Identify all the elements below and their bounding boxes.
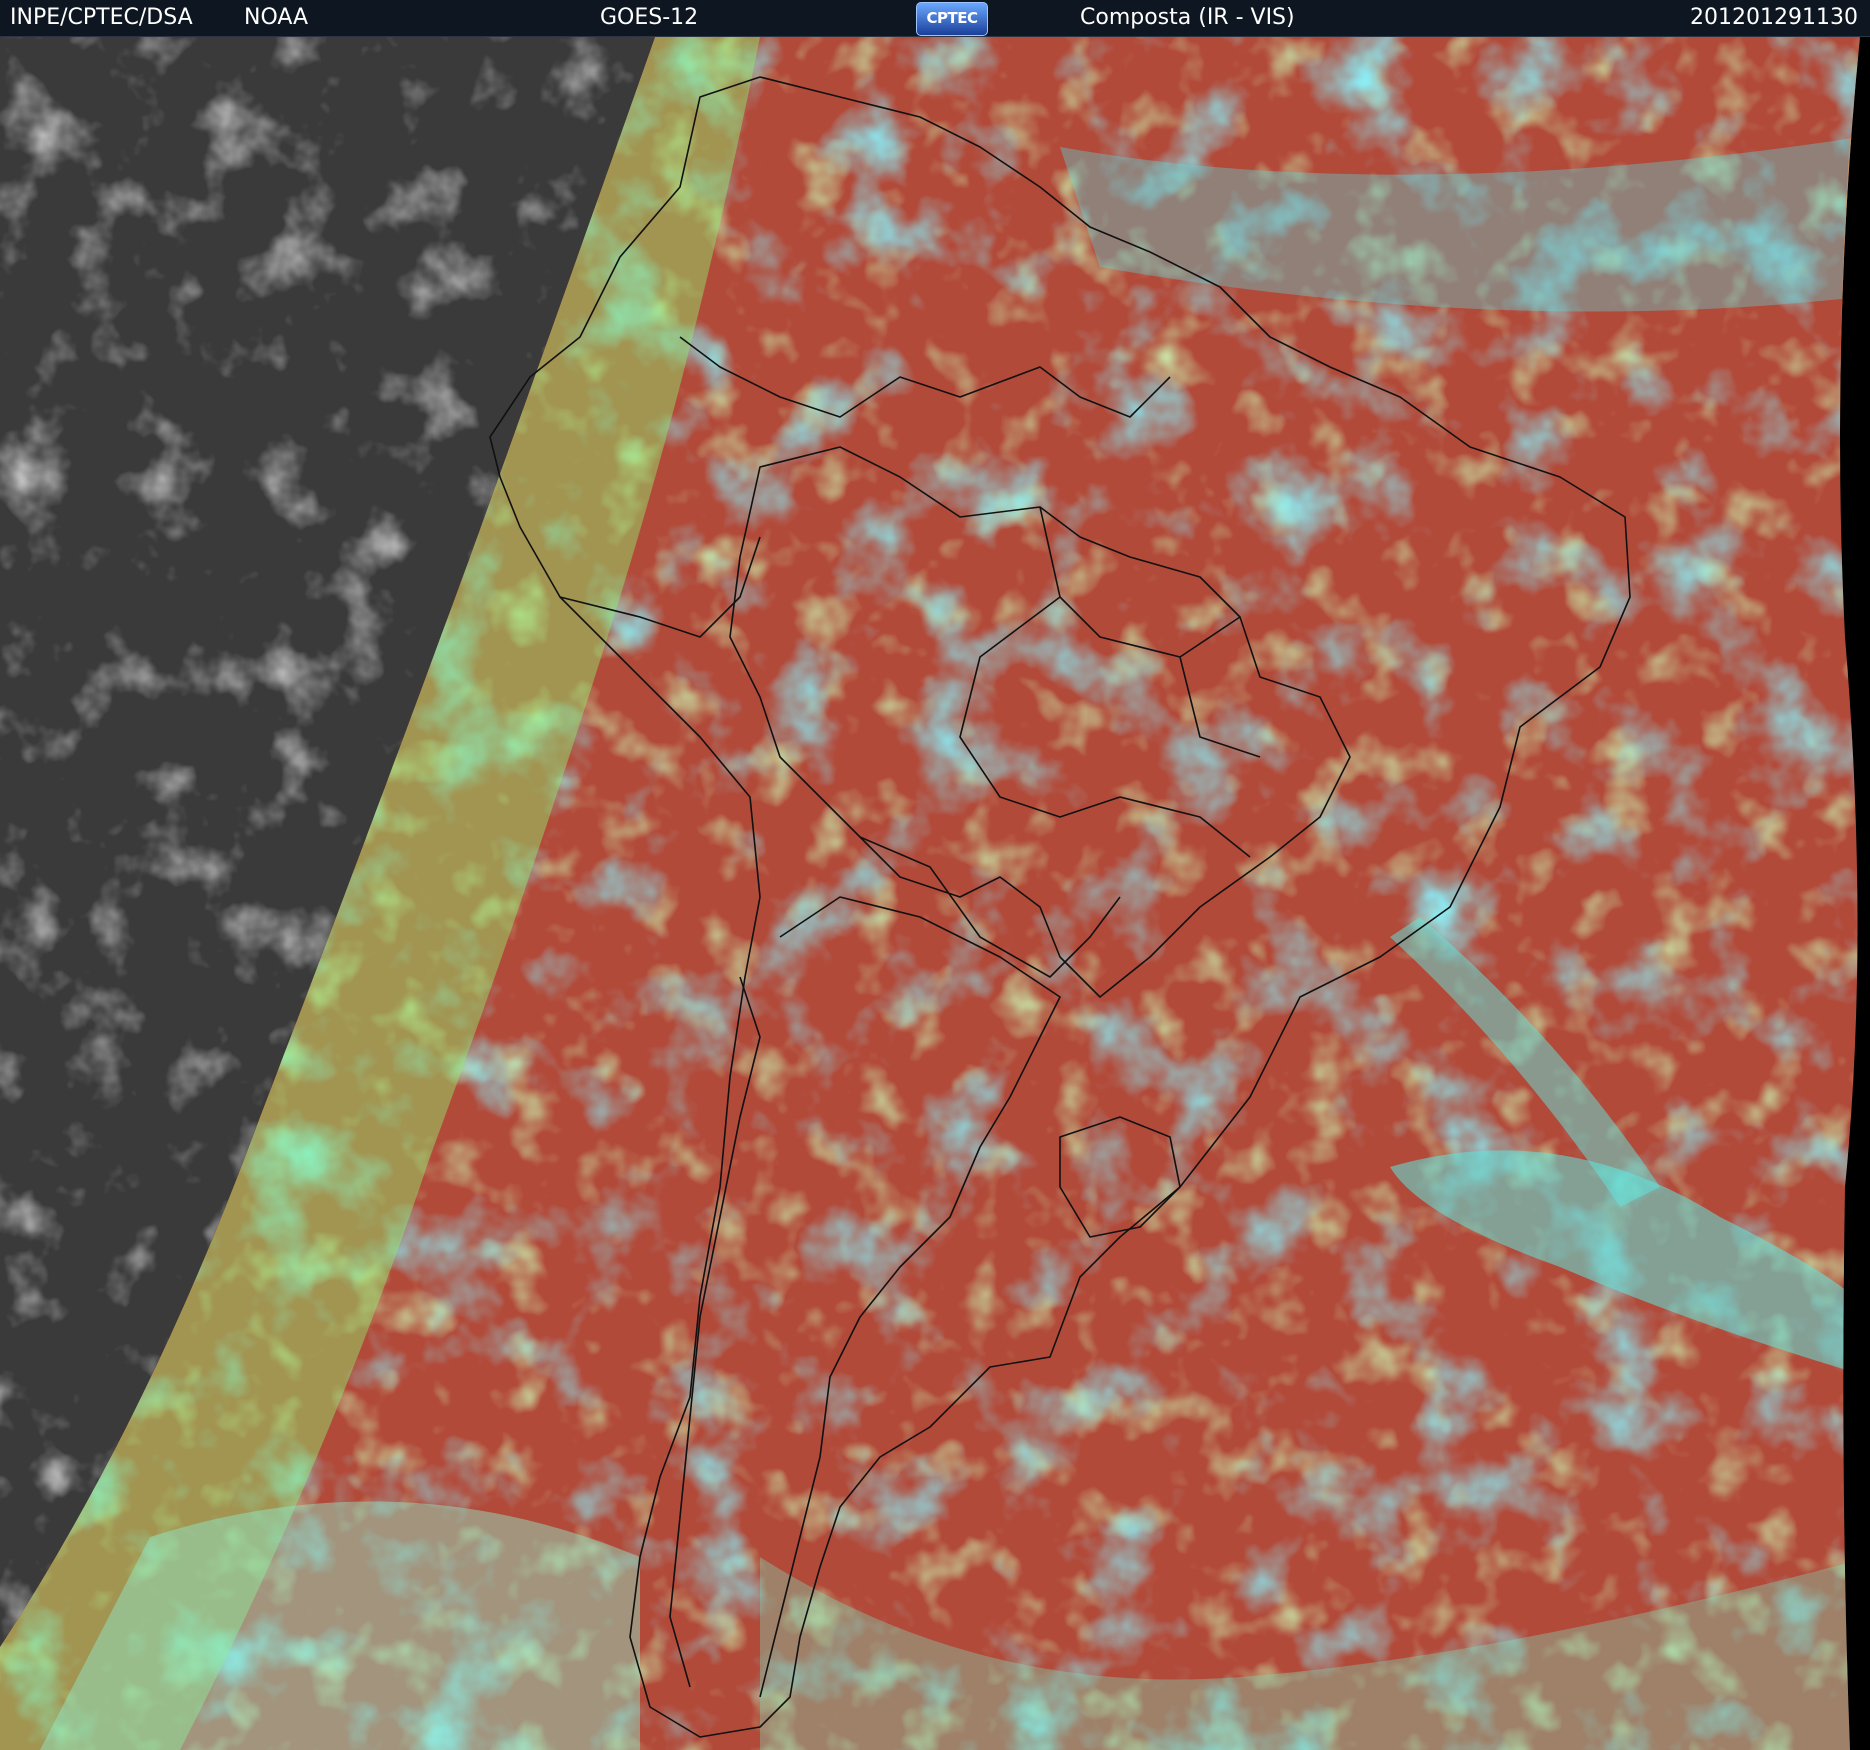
cptec-logo: CPTEC: [916, 2, 988, 36]
image-header-bar: INPE/CPTEC/DSA NOAA GOES-12 CPTEC Compos…: [0, 0, 1870, 37]
product-label: Composta (IR - VIS): [1080, 5, 1295, 30]
satellite-map: [0, 37, 1860, 1750]
satellite-label: GOES-12: [600, 5, 699, 30]
satellite-image-frame: INPE/CPTEC/DSA NOAA GOES-12 CPTEC Compos…: [0, 0, 1870, 1750]
source-label: INPE/CPTEC/DSA: [10, 5, 193, 30]
timestamp-label: 201201291130: [1690, 5, 1858, 30]
agency-label: NOAA: [244, 5, 309, 30]
